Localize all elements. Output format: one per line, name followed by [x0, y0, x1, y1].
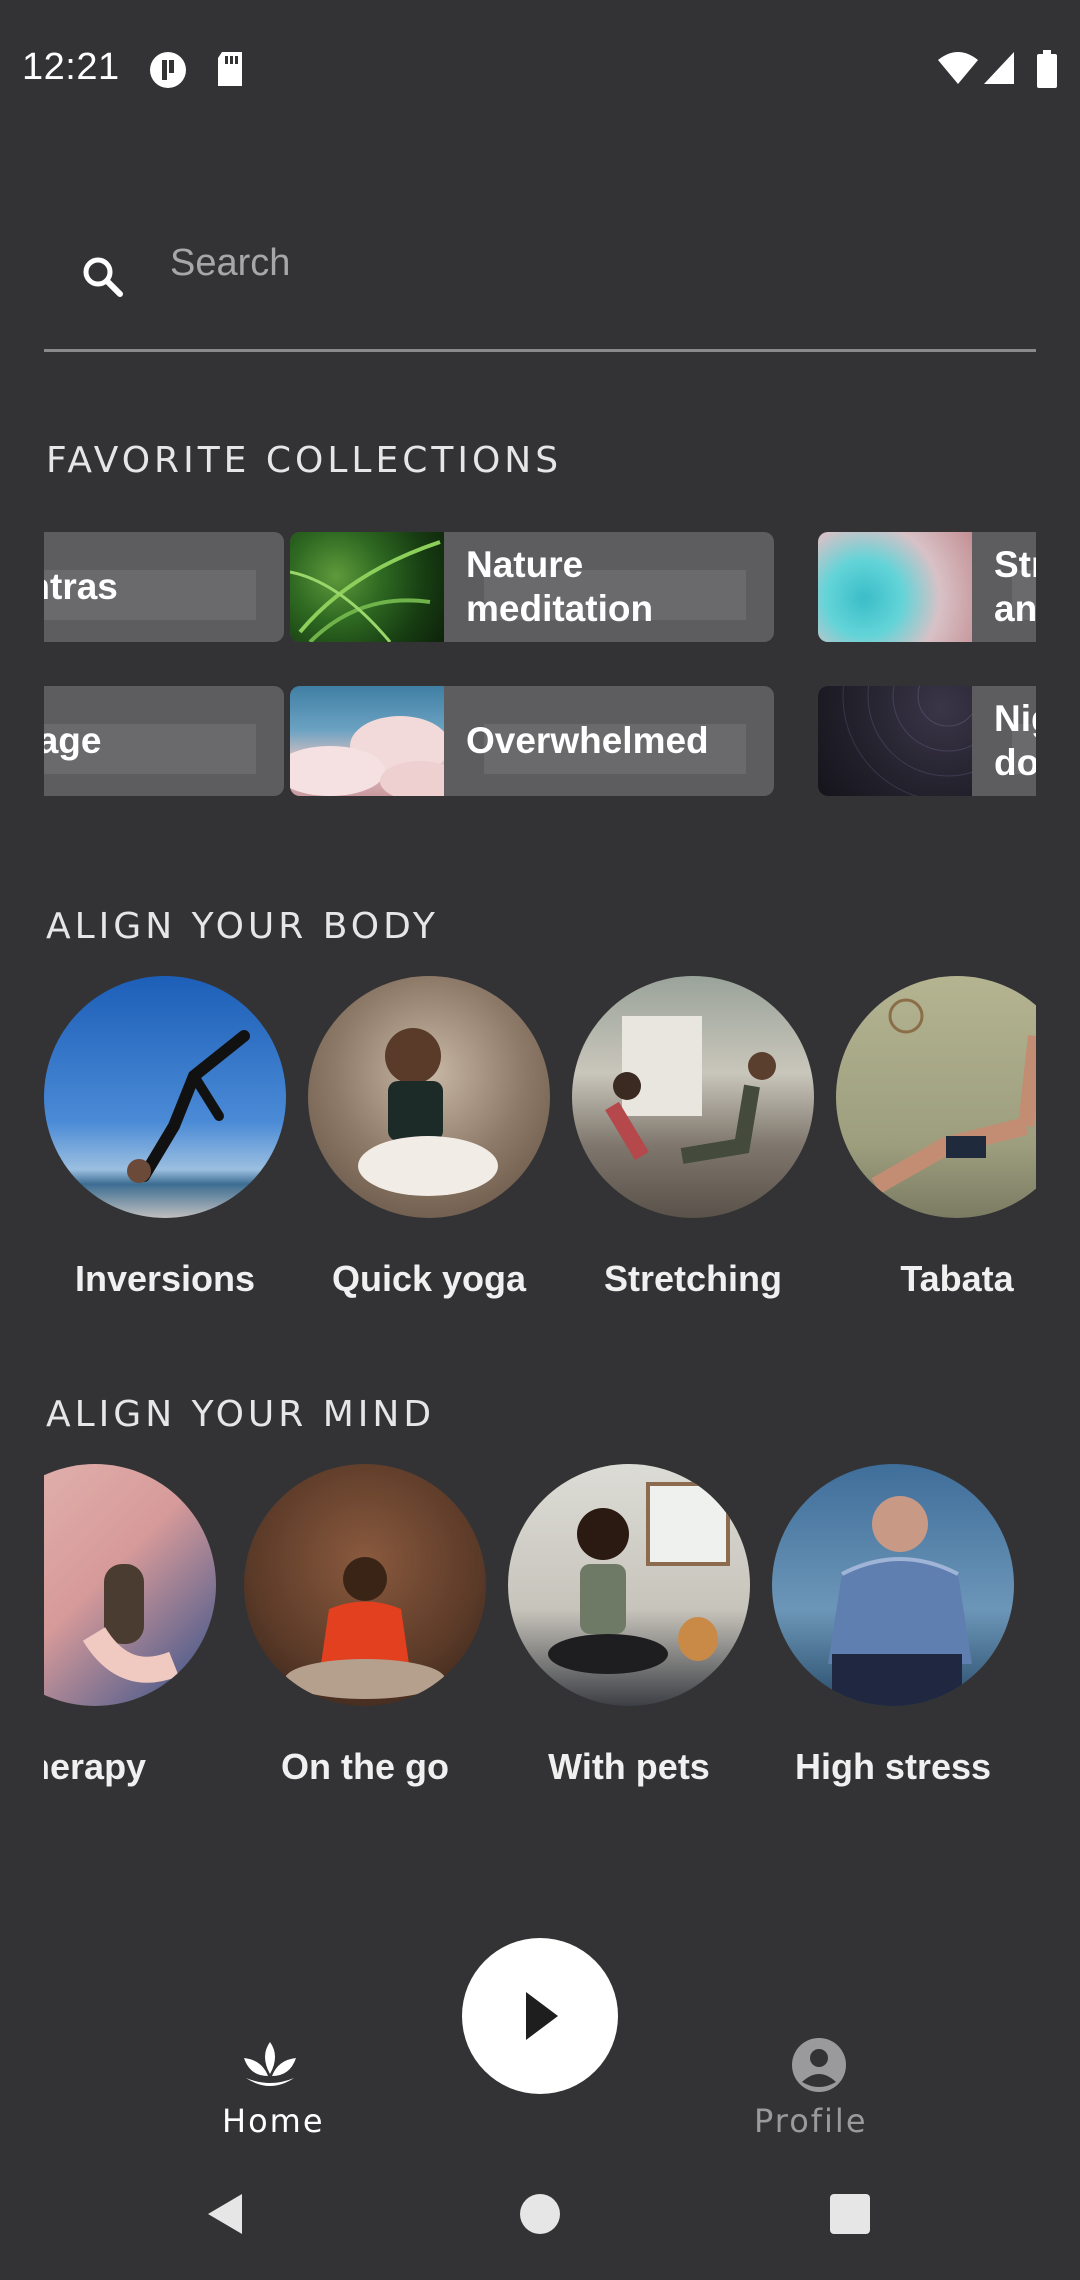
favorite-collections-grid: Mantras Nature meditation Str an assage …	[44, 530, 1036, 800]
body-item-label: Stretching	[603, 1258, 782, 1299]
play-icon	[520, 1986, 564, 2051]
battery-icon	[1036, 50, 1058, 93]
body-item-quick-yoga[interactable]: Quick yoga	[308, 976, 550, 1299]
play-button[interactable]	[462, 1938, 618, 2094]
search-field[interactable]: Search	[44, 220, 1036, 352]
status-time: 12:21	[22, 46, 120, 88]
mind-item-with-pets[interactable]: With pets	[508, 1464, 750, 1787]
body-item-tabata[interactable]: Tabata	[836, 976, 1036, 1299]
body-item-label: Quick yoga	[331, 1258, 527, 1299]
collection-label: assage	[44, 719, 102, 761]
mind-item-image	[244, 1464, 486, 1706]
nav-home-label: Home	[222, 2102, 325, 2140]
collection-card-partial-2[interactable]: Nig do	[818, 686, 1036, 796]
sd-card-icon	[214, 50, 246, 93]
align-mind-title: ALIGN YOUR MIND	[46, 1394, 436, 1435]
mind-item-aromatherapy[interactable]: matherapy	[44, 1464, 216, 1787]
collection-card-nature-meditation[interactable]: Nature meditation	[290, 532, 774, 642]
body-item-inversions[interactable]: Inversions	[44, 976, 286, 1299]
back-icon[interactable]	[204, 2190, 246, 2243]
collection-thumbnail	[818, 686, 1036, 796]
wifi-icon	[936, 50, 980, 91]
mind-item-label: On the go	[281, 1746, 449, 1787]
collection-label: Overwhelmed	[466, 719, 709, 761]
status-bar: 12:21	[0, 0, 1080, 140]
body-item-stretching[interactable]: Stretching	[572, 976, 814, 1299]
search-icon	[78, 252, 130, 304]
mind-item-image	[772, 1464, 1014, 1706]
collection-label: Mantras	[44, 565, 118, 607]
align-body-row: Inversions Quick yoga Stretching Tabata	[44, 976, 1036, 1316]
lotus-icon	[240, 2036, 300, 2097]
align-body-title: ALIGN YOUR BODY	[46, 906, 439, 947]
profile-icon	[790, 2036, 848, 2099]
mind-item-image	[44, 1464, 216, 1706]
home-circle-icon[interactable]	[518, 2192, 562, 2241]
collection-label: Nature meditation	[466, 543, 654, 629]
body-item-image	[836, 976, 1036, 1218]
mind-item-label: High stress	[794, 1746, 992, 1787]
body-item-image	[308, 976, 550, 1218]
nav-profile[interactable]: Profile	[740, 2036, 900, 2146]
collection-thumbnail	[290, 686, 460, 796]
mind-item-label: With pets	[548, 1746, 710, 1787]
search-input[interactable]: Search	[170, 242, 290, 285]
system-navigation-bar	[0, 2160, 1080, 2280]
recents-icon[interactable]	[828, 2192, 872, 2241]
nav-home[interactable]: Home	[190, 2036, 350, 2146]
body-item-image	[44, 976, 286, 1218]
mind-item-high-stress[interactable]: High stress	[772, 1464, 1014, 1787]
mind-item-on-the-go[interactable]: On the go	[244, 1464, 486, 1787]
mind-item-label: matherapy	[44, 1746, 147, 1787]
collection-card-partial[interactable]: Str an	[818, 532, 1036, 642]
collection-card-overwhelmed[interactable]: Overwhelmed	[290, 686, 774, 796]
favorite-collections-title: FAVORITE COLLECTIONS	[46, 440, 563, 481]
nav-profile-label: Profile	[754, 2102, 868, 2140]
body-item-label: Tabata	[900, 1258, 1014, 1299]
body-item-label: Inversions	[74, 1258, 256, 1299]
collection-label: Nig do	[994, 697, 1036, 783]
bottom-navigation: Home Profile	[0, 1900, 1080, 2160]
align-mind-row: matherapy On the go With pets High stres…	[44, 1464, 1036, 1804]
signal-icon	[982, 50, 1016, 91]
collection-label: Str an	[994, 543, 1036, 629]
mind-item-image	[508, 1464, 750, 1706]
notification-app-icon	[148, 50, 188, 95]
collection-thumbnail	[818, 532, 972, 642]
collection-card-massage[interactable]: assage	[44, 686, 284, 796]
collection-thumbnail	[290, 532, 444, 642]
collection-card-mantras[interactable]: Mantras	[44, 532, 284, 642]
body-item-image	[572, 976, 814, 1218]
